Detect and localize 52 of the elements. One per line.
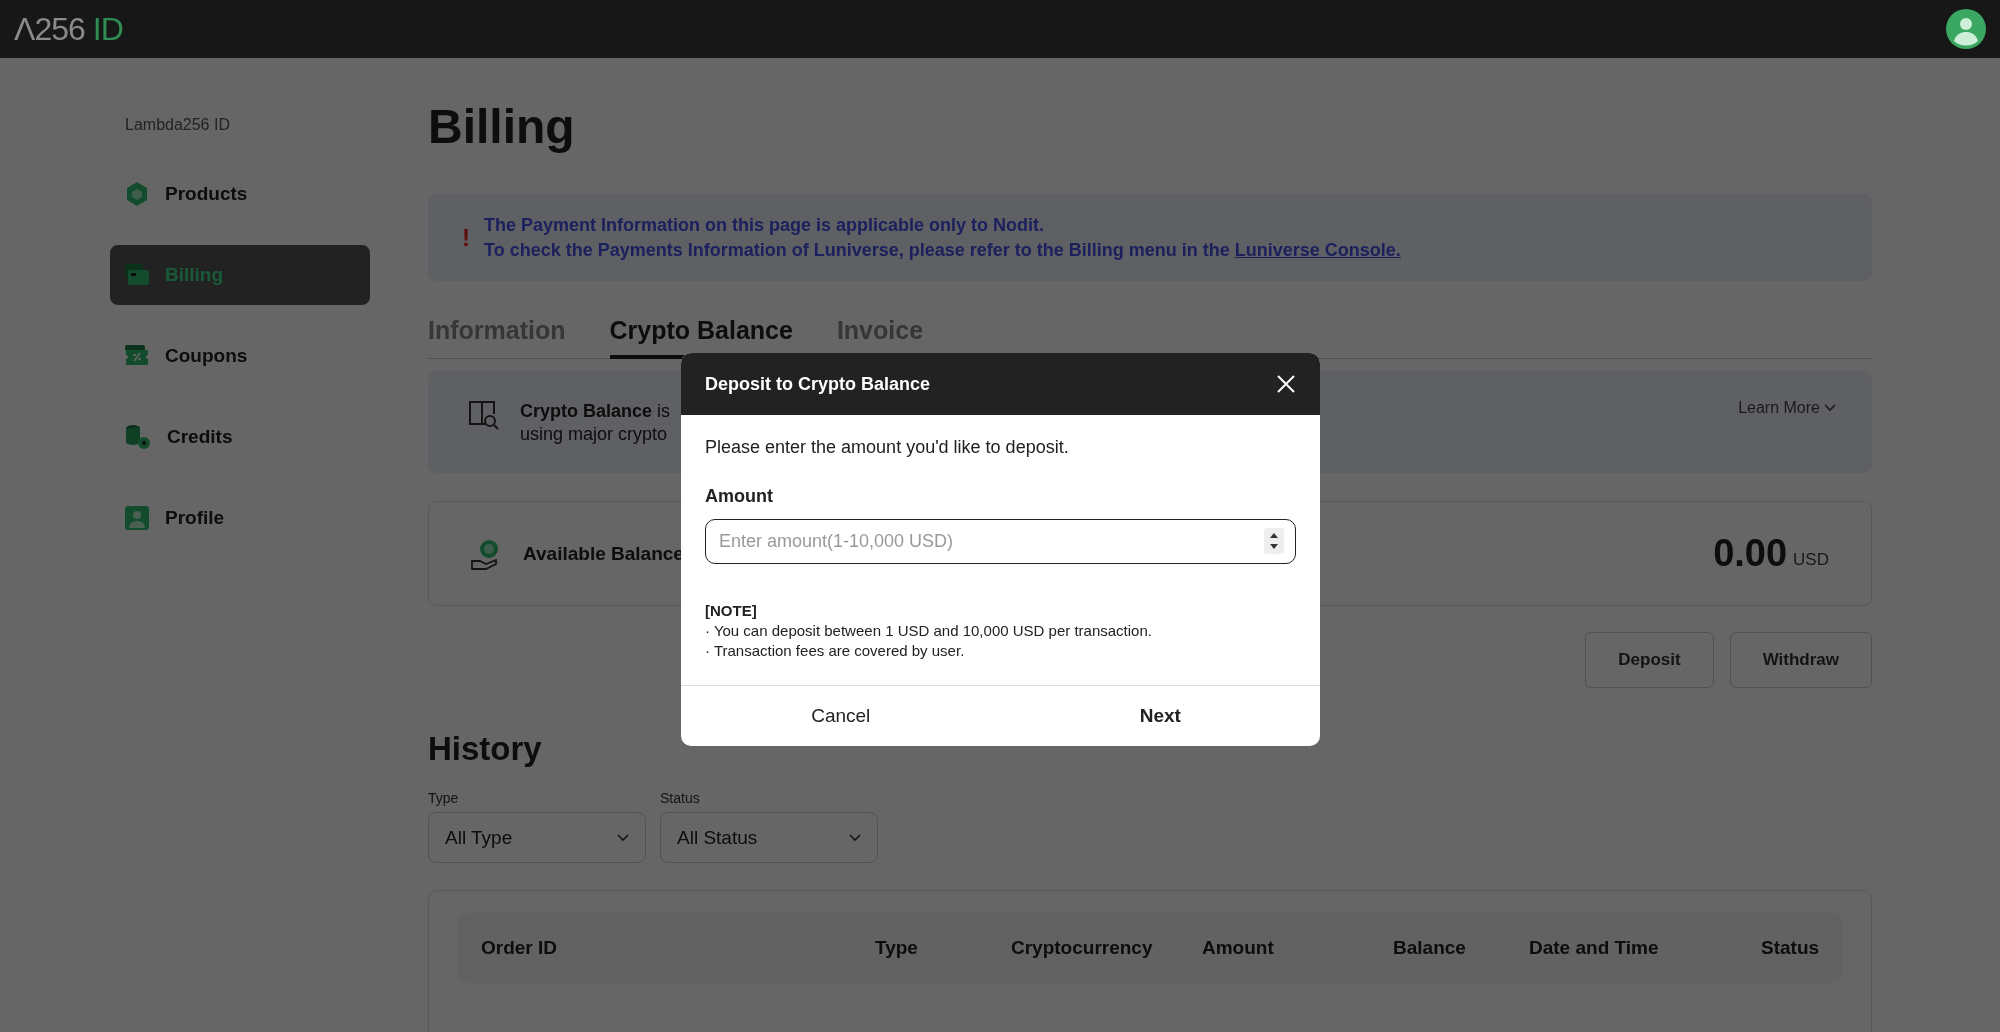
profile-icon bbox=[125, 506, 149, 530]
card-icon bbox=[125, 264, 149, 286]
note-title: [NOTE] bbox=[705, 602, 758, 619]
sidebar-item[interactable]: Products bbox=[110, 164, 370, 224]
sidebar-title: Lambda256 ID bbox=[124, 116, 230, 134]
column-header: Status bbox=[1761, 937, 1821, 959]
coupon-icon bbox=[125, 345, 149, 367]
stepper-icon[interactable] bbox=[1264, 528, 1284, 554]
cube-icon bbox=[125, 181, 149, 207]
console-link[interactable]: Luniverse Console. bbox=[1234, 239, 1401, 260]
amount-field[interactable]: Enter amount(1-10,000 USD) bbox=[705, 519, 1296, 564]
dialog-button[interactable]: Next bbox=[1000, 686, 1320, 746]
page-title: Billing bbox=[428, 103, 576, 151]
action-button[interactable]: Deposit bbox=[1585, 632, 1714, 688]
avatar-icon[interactable] bbox=[1946, 9, 1986, 49]
note-text: · You can deposit between 1 USD and 10,000 USD per transaction. bbox=[705, 622, 1153, 639]
column-header: Amount bbox=[1202, 937, 1275, 959]
column-header: Balance bbox=[1393, 937, 1467, 959]
coins-icon bbox=[125, 424, 151, 450]
dialog-button[interactable]: Cancel bbox=[681, 686, 1001, 746]
balance-label: Available Balance bbox=[523, 542, 684, 565]
dialog-prompt: Please enter the amount you'd like to deposit. bbox=[705, 437, 1070, 458]
dialog-title: Deposit to Crypto Balance bbox=[705, 373, 931, 395]
filter-select[interactable]: All Status bbox=[660, 812, 878, 863]
chevron-down-icon bbox=[849, 833, 861, 842]
balance-amount: 0.00 bbox=[1713, 532, 1788, 575]
sidebar-item[interactable]: Coupons bbox=[110, 326, 370, 386]
notice-text: The Payment Information on this page is applicable only to Nodit. bbox=[484, 214, 1046, 236]
sidebar-item[interactable]: Profile bbox=[110, 488, 370, 548]
learn-more-link[interactable]: Learn More bbox=[1738, 399, 1836, 417]
book-search-icon bbox=[468, 399, 500, 431]
filter-label: Status bbox=[660, 790, 701, 806]
notice-text: To check the Payments Information of Luniverse, please refer to the Billing menu in the Luniverse Console. bbox=[484, 239, 1401, 261]
column-header: Order ID bbox=[481, 937, 559, 959]
filter-label: Type bbox=[428, 790, 460, 806]
column-header: Type bbox=[875, 937, 919, 959]
info-text: Crypto Balance is bbox=[520, 401, 671, 422]
column-header: Cryptocurrency bbox=[1011, 937, 1154, 959]
filter-select[interactable]: All Type bbox=[428, 812, 646, 863]
column-header: Date and Time bbox=[1529, 937, 1660, 959]
section-title: History bbox=[428, 730, 543, 768]
logo[interactable]: Λ256 ID bbox=[14, 10, 123, 48]
exclamation-mark: ! bbox=[462, 223, 470, 252]
action-button[interactable]: Withdraw bbox=[1729, 632, 1872, 688]
currency-label: USD bbox=[1793, 548, 1829, 570]
chevron-down-icon bbox=[1824, 404, 1836, 412]
note-text: · Transaction fees are covered by user. bbox=[705, 642, 966, 659]
field-label: Amount bbox=[705, 486, 774, 507]
close-button[interactable] bbox=[1276, 374, 1296, 394]
sidebar-item[interactable]: Credits bbox=[110, 407, 370, 467]
info-text: using major crypto bbox=[520, 424, 668, 445]
chevron-down-icon bbox=[617, 833, 629, 842]
